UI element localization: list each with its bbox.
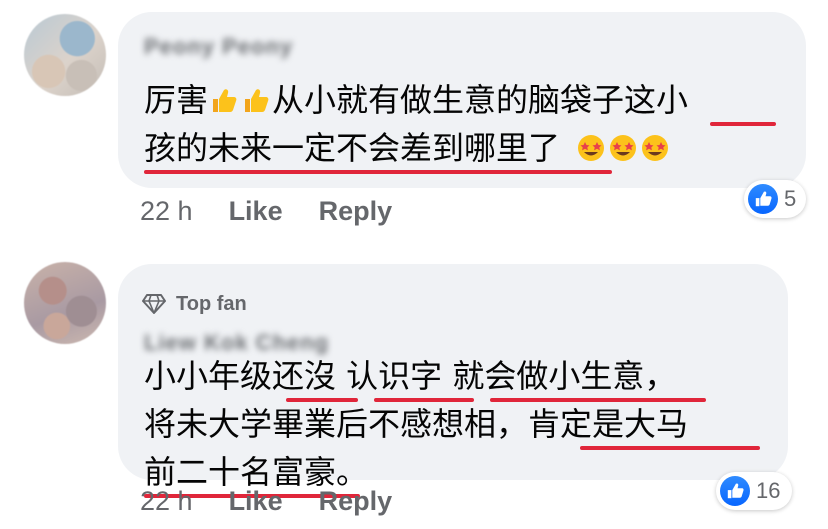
comment-line-text: 厉害 (144, 81, 209, 119)
top-fan-badge: Top fan (142, 291, 247, 317)
star-struck-emoji (610, 135, 637, 161)
comment-timestamp[interactable]: 22 h (140, 486, 193, 516)
reply-button[interactable]: Reply (319, 486, 393, 516)
comment-line-text: 将未大学畢業后不感想相，肯定是大马 (144, 405, 689, 443)
comment-line: 将未大学畢業后不感想相，肯定是大马 (144, 400, 760, 450)
comment-actions: 22 h Like Reply (140, 486, 392, 516)
comment-bubble: Peony Peony 厉害 从小就有做生意的脑袋子这小 孩的未来一定不会差到哪里… (118, 12, 806, 188)
avatar[interactable] (24, 14, 106, 96)
thumbs-up-emoji (245, 89, 269, 112)
reaction-count[interactable]: 16 (716, 472, 792, 510)
comment-line: 孩的未来一定不会差到哪里了 (144, 124, 688, 174)
comment-author[interactable]: Peony Peony (144, 34, 293, 59)
comment-bubble: Top fan Liew Kok Cheng 小小年级还沒 认识字 就会做小生意… (118, 264, 788, 498)
star-struck-emoji (578, 135, 605, 161)
reaction-count[interactable]: 5 (744, 180, 806, 218)
reaction-count-value: 16 (756, 478, 781, 503)
like-icon (748, 184, 778, 214)
red-underline (710, 122, 776, 126)
comment-text: 小小年级还沒 认识字 就会做小生意， 将未大学畢業后不感想相，肯定是大马 前二十… (144, 352, 760, 498)
star-struck-emoji (642, 135, 669, 161)
red-underline (144, 170, 612, 174)
comment-actions: 22 h Like Reply (140, 196, 392, 226)
like-button[interactable]: Like (229, 486, 283, 516)
comment-line-text: 从小就有做生意的脑袋子这小 (272, 81, 689, 119)
comment: Peony Peony 厉害 从小就有做生意的脑袋子这小 孩的未来一定不会差到哪里… (0, 0, 828, 250)
comment-author[interactable]: Liew Kok Cheng (144, 330, 329, 355)
badge-label: Top fan (176, 292, 247, 315)
comment-timestamp[interactable]: 22 h (140, 196, 193, 226)
comment-line-text: 小小年级还沒 认识字 就会做小生意， (144, 357, 677, 395)
comment-line: 厉害 从小就有做生意的脑袋子这小 (144, 76, 776, 126)
comment-line: 小小年级还沒 认识字 就会做小生意， (144, 352, 706, 402)
reply-button[interactable]: Reply (319, 196, 393, 226)
comment: Top fan Liew Kok Cheng 小小年级还沒 认识字 就会做小生意… (0, 252, 828, 529)
thumbs-up-emoji (213, 89, 237, 112)
comment-line-text: 孩的未来一定不会差到哪里了 (144, 129, 561, 167)
avatar[interactable] (24, 262, 106, 344)
reaction-count-value: 5 (784, 186, 797, 211)
comment-text: 厉害 从小就有做生意的脑袋子这小 孩的未来一定不会差到哪里了 (144, 76, 776, 174)
diamond-icon (142, 294, 166, 314)
like-button[interactable]: Like (229, 196, 283, 226)
like-icon (720, 476, 750, 506)
